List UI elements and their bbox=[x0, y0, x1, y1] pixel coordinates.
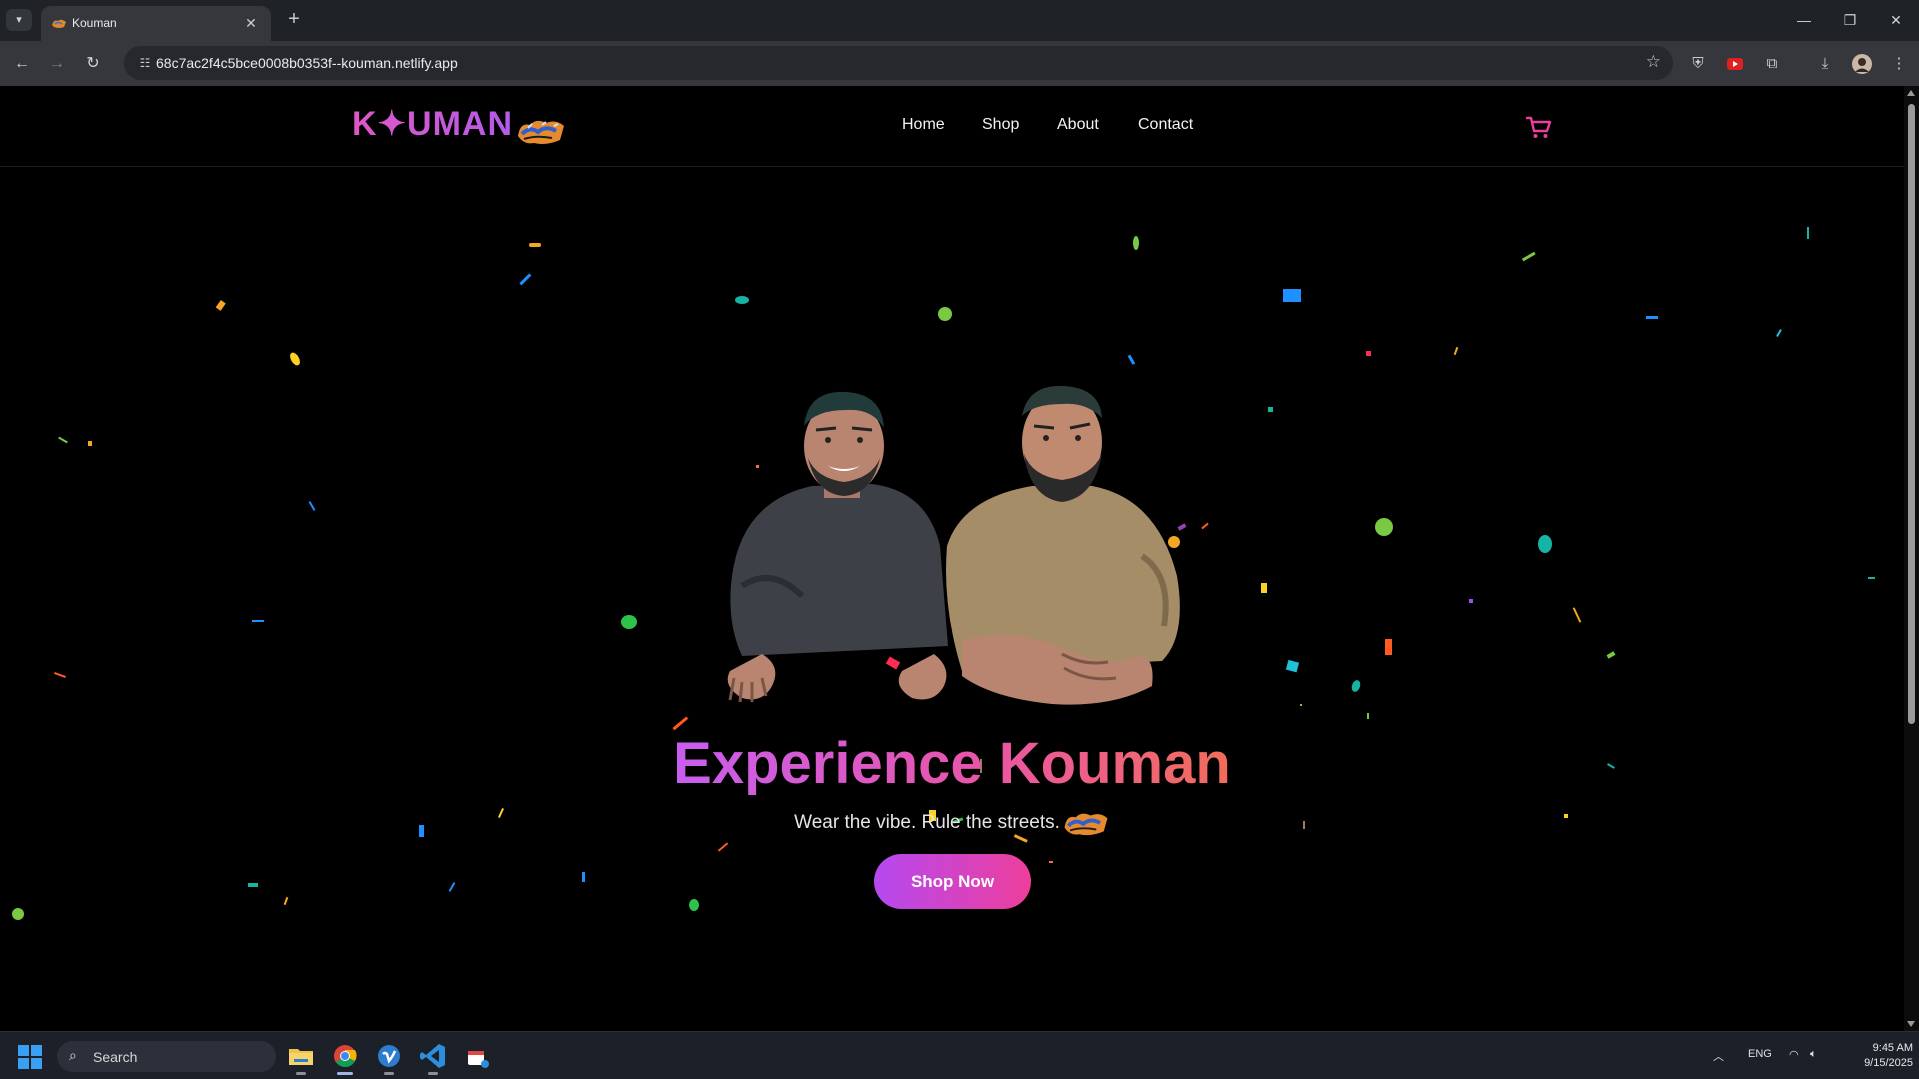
nav-link-contact[interactable]: Contact bbox=[1138, 116, 1193, 134]
browser-toolbar: ← → ↻ ☷ 68c7ac2f4c5bce0008b0353f--kouman… bbox=[0, 41, 1919, 86]
new-tab-button[interactable]: + bbox=[282, 8, 306, 32]
tab-search-button[interactable]: ▾ bbox=[6, 9, 32, 31]
scroll-up-arrow-icon[interactable] bbox=[1907, 90, 1915, 96]
forward-button[interactable]: → bbox=[44, 51, 70, 77]
back-button[interactable]: ← bbox=[9, 51, 35, 77]
search-icon: ⌕ bbox=[69, 1047, 77, 1063]
vimeo-app-taskbar-icon[interactable] bbox=[373, 1040, 405, 1075]
url-text[interactable]: 68c7ac2f4c5bce0008b0353f--kouman.netlify… bbox=[156, 55, 458, 71]
minimize-window-button[interactable]: — bbox=[1781, 0, 1827, 41]
youtube-extension-icon[interactable] bbox=[1723, 52, 1747, 76]
nav-link-shop[interactable]: Shop bbox=[982, 116, 1019, 134]
graffiti-logo-icon bbox=[518, 120, 564, 144]
reload-button[interactable]: ↻ bbox=[80, 51, 106, 77]
taskbar-search-box[interactable]: ⌕ Search bbox=[57, 1041, 276, 1072]
bookmark-star-icon[interactable]: ☆ bbox=[1646, 52, 1661, 72]
nav-link-home[interactable]: Home bbox=[902, 116, 945, 134]
show-hidden-icons-chevron-icon[interactable]: ︿ bbox=[1713, 1048, 1724, 1064]
graffiti-favicon-icon bbox=[52, 19, 66, 28]
site-header: K✦UMAN Home Shop About Contact bbox=[0, 86, 1904, 167]
tab-title: Kouman bbox=[72, 16, 117, 30]
downloads-icon[interactable]: ⤓ bbox=[1813, 52, 1837, 76]
snipping-tool-taskbar-icon[interactable] bbox=[461, 1040, 493, 1072]
clock-date: 9/15/2025 bbox=[1864, 1057, 1913, 1069]
browser-menu-icon[interactable]: ⋮ bbox=[1887, 52, 1911, 76]
site-logo[interactable]: K✦UMAN bbox=[352, 104, 513, 144]
hero-title: Experience Kouman bbox=[673, 731, 1231, 796]
windows-taskbar: ⌕ Search ︿ ENG ◠ 🔈︎ 9:45 AM 9/15/2025 bbox=[0, 1031, 1919, 1079]
extensions-puzzle-icon[interactable]: ⧉ bbox=[1760, 52, 1784, 76]
file-explorer-taskbar-icon[interactable] bbox=[285, 1040, 317, 1075]
browser-tab-bar: ▾ Kouman ✕ + — ❐ ✕ bbox=[0, 0, 1919, 41]
clock-time: 9:45 AM bbox=[1872, 1042, 1913, 1054]
scrollbar-thumb[interactable] bbox=[1908, 104, 1915, 724]
close-tab-icon[interactable]: ✕ bbox=[241, 13, 261, 33]
windows-start-icon[interactable] bbox=[18, 1045, 42, 1069]
nav-link-about[interactable]: About bbox=[1057, 116, 1099, 134]
wifi-icon[interactable]: ◠ bbox=[1789, 1048, 1799, 1061]
page-scrollbar[interactable] bbox=[1904, 86, 1919, 1031]
vscode-taskbar-icon[interactable] bbox=[417, 1040, 449, 1075]
left-person-figure bbox=[727, 391, 948, 703]
web-page: K✦UMAN Home Shop About Contact Experienc… bbox=[0, 86, 1904, 1031]
system-clock[interactable]: 9:45 AM 9/15/2025 bbox=[1833, 1041, 1913, 1071]
close-window-button[interactable]: ✕ bbox=[1873, 0, 1919, 41]
profile-avatar[interactable] bbox=[1850, 52, 1874, 76]
taskbar-search-placeholder: Search bbox=[93, 1049, 138, 1065]
chrome-taskbar-icon[interactable] bbox=[329, 1040, 361, 1075]
site-info-icon[interactable]: ☷ bbox=[136, 54, 154, 72]
hero-illustration bbox=[727, 386, 1180, 705]
right-person-figure bbox=[946, 386, 1180, 705]
cart-icon[interactable] bbox=[1525, 113, 1553, 141]
shop-now-button[interactable]: Shop Now bbox=[874, 854, 1031, 909]
hero-subtitle: Wear the vibe. Rule the streets. bbox=[0, 809, 1904, 837]
shield-extension-icon[interactable]: ⛨ bbox=[1686, 52, 1710, 76]
restore-window-button[interactable]: ❐ bbox=[1827, 0, 1873, 41]
browser-tab[interactable]: Kouman ✕ bbox=[41, 6, 271, 41]
volume-icon[interactable]: 🔈︎ bbox=[1810, 1048, 1817, 1061]
hero-subtitle-text: Wear the vibe. Rule the streets. bbox=[794, 812, 1060, 834]
scroll-down-arrow-icon[interactable] bbox=[1907, 1021, 1915, 1027]
graffiti-tag-icon bbox=[1064, 813, 1108, 836]
language-indicator[interactable]: ENG bbox=[1748, 1048, 1772, 1060]
address-bar[interactable]: ☷ 68c7ac2f4c5bce0008b0353f--kouman.netli… bbox=[124, 46, 1673, 80]
